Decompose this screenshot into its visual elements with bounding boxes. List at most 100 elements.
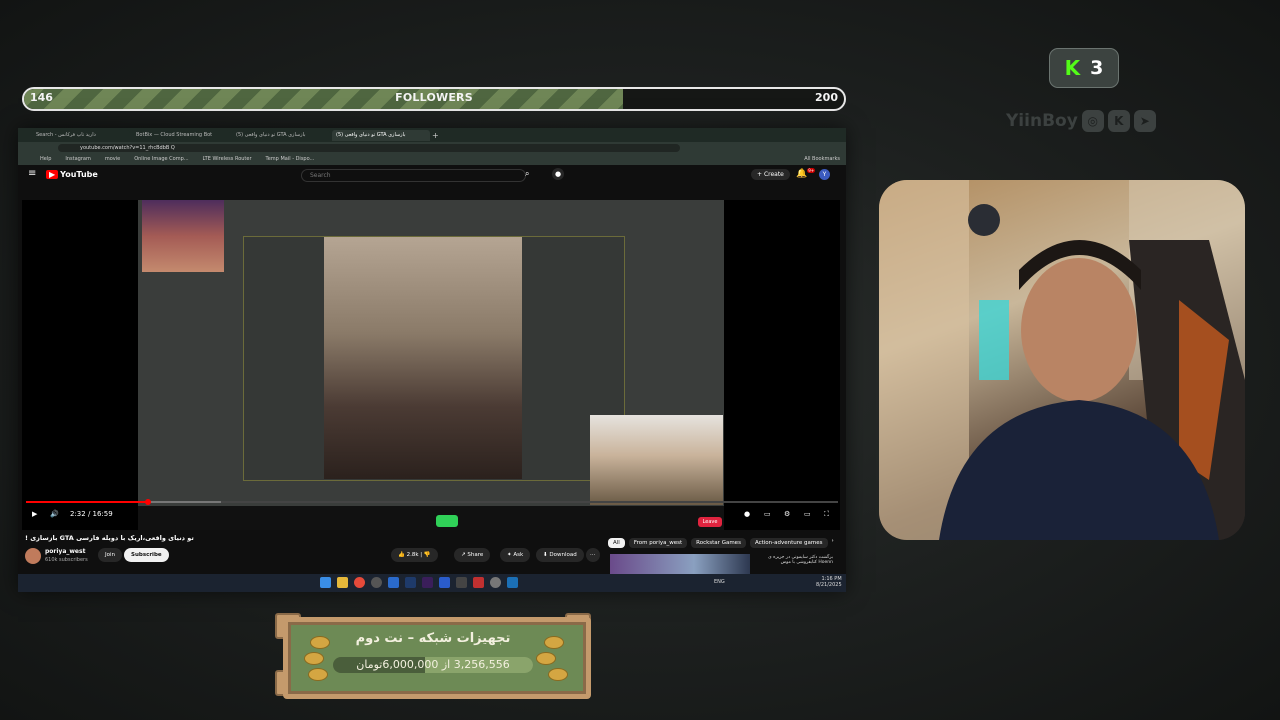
app-icon[interactable] — [490, 577, 501, 588]
video-webcam-small — [142, 200, 224, 272]
chip-all[interactable]: All — [608, 538, 625, 548]
create-button[interactable]: + Create — [751, 169, 790, 180]
avatar[interactable]: Y — [819, 169, 830, 180]
progress-scrubber[interactable] — [144, 499, 151, 505]
instagram-icon: ◎ — [1081, 110, 1104, 132]
goal-current: 3,256,556 — [453, 658, 510, 671]
app-icon[interactable] — [473, 577, 484, 588]
address-bar: youtube.com/watch?v=11_rhcBdbB Q — [18, 142, 846, 153]
mic-icon[interactable]: ● — [552, 168, 564, 180]
windows-start-icon[interactable] — [320, 577, 331, 588]
kick-count: 3 — [1090, 57, 1104, 79]
video-player[interactable]: Leave ▶ 🔊 2:32 / 16:59 ● ▭ ⚙ ▭ ⛶ — [22, 200, 840, 530]
subscriber-count: 610k subscribers — [45, 557, 88, 563]
chevron-right-icon[interactable]: › — [832, 538, 834, 548]
settings-icon[interactable]: ⚙ — [784, 510, 790, 518]
time-display: 2:32 / 16:59 — [70, 510, 113, 518]
fullscreen-icon[interactable]: ⛶ — [824, 510, 829, 519]
coin-icon — [308, 668, 328, 681]
bookmark-item[interactable]: Temp Mail - Dispo... — [266, 156, 315, 162]
coin-icon — [548, 668, 568, 681]
app-icon[interactable] — [388, 577, 399, 588]
subscribe-button[interactable]: Subscribe — [124, 548, 169, 562]
video-person — [324, 237, 522, 479]
download-button[interactable]: ⬇ Download — [536, 548, 584, 562]
video-progress-bar[interactable] — [26, 499, 838, 505]
video-main-camera — [243, 236, 625, 481]
social-handle: YiinBoy — [1006, 111, 1078, 131]
app-icon[interactable] — [456, 577, 467, 588]
bookmark-item[interactable]: Instagram — [65, 156, 90, 162]
coin-icon — [536, 652, 556, 665]
kick-icon: K — [1107, 110, 1130, 132]
premiere-icon[interactable] — [422, 577, 433, 588]
chrome-icon[interactable] — [354, 577, 365, 588]
social-handles: YiinBoy ◎ K ➤ — [1006, 110, 1156, 132]
app-icon[interactable] — [439, 577, 450, 588]
new-tab-icon[interactable]: + — [432, 131, 439, 140]
file-explorer-icon[interactable] — [337, 577, 348, 588]
menu-icon[interactable]: ≡ — [28, 168, 36, 179]
bookmark-item[interactable]: Online Image Comp... — [134, 156, 188, 162]
goal-title: تجهیزات شبکه – نت دوم — [355, 631, 511, 646]
recommended-video-thumbnail[interactable] — [610, 554, 750, 574]
play-icon[interactable]: ▶ — [32, 510, 37, 518]
chip-from-channel[interactable]: From poriya_west — [628, 538, 688, 548]
search-icon[interactable]: ⌕ — [525, 169, 529, 179]
join-button[interactable]: Join — [98, 548, 123, 562]
channel-avatar[interactable] — [25, 548, 41, 564]
share-button[interactable]: ↗ Share — [454, 548, 491, 562]
notification-bell-icon[interactable]: 🔔9+ — [796, 168, 816, 179]
chip-action-adventure[interactable]: Action-adventure games — [749, 538, 828, 548]
kick-icon: K — [1064, 56, 1081, 80]
volume-icon[interactable]: 🔊 — [50, 510, 59, 518]
followers-target: 200 — [815, 91, 838, 104]
goal-separator: از — [441, 658, 451, 671]
bookmark-item[interactable]: movie — [105, 156, 120, 162]
taskbar-apps — [320, 577, 518, 588]
url-field[interactable]: youtube.com/watch?v=11_rhcBdbB Q — [58, 143, 680, 152]
player-controls: ▶ 🔊 2:32 / 16:59 ● ▭ ⚙ ▭ ⛶ — [22, 508, 840, 524]
recommended-video-title[interactable]: برگشت دکتر سایمونی در جزیره ی Hoenn کتاب… — [753, 555, 833, 565]
goal-currency: تومان — [356, 658, 383, 671]
browser-tab[interactable]: BotBix — Cloud Streaming Bot — [132, 129, 230, 141]
ask-button[interactable]: ✦ Ask — [500, 548, 531, 562]
windows-taskbar: ENG 1:16 PM 8/21/2025 — [18, 574, 846, 592]
browser-window: Search - دارید تاپ فرکانس BotBix — Cloud… — [18, 128, 846, 592]
subtitles-icon[interactable]: ▭ — [764, 510, 771, 518]
coin-icon — [304, 652, 324, 665]
goal-target: 6,000,000 — [382, 658, 439, 671]
theater-icon[interactable]: ▭ — [804, 510, 811, 518]
browser-tab[interactable]: Search - دارید تاپ فرکانس — [32, 129, 130, 141]
youtube-logo[interactable]: ▶ YouTube — [46, 170, 98, 179]
kick-follower-badge: K 3 — [1049, 48, 1119, 88]
more-icon[interactable]: ⋯ — [586, 548, 600, 562]
video-title: تو دنیای واقعی،اریک با دوبله فارسی GTA ب… — [25, 534, 194, 542]
language-indicator[interactable]: ENG — [714, 579, 725, 585]
streamer-webcam — [879, 180, 1245, 540]
progress-played — [26, 501, 148, 503]
bookmark-item[interactable]: LTE Wireless Router — [203, 156, 252, 162]
steam-icon[interactable] — [507, 577, 518, 588]
goal-progress-bar: 3,256,556 از 6,000,000تومان — [333, 657, 533, 673]
chip-rockstar[interactable]: Rockstar Games — [691, 538, 746, 548]
telegram-icon: ➤ — [1133, 110, 1156, 132]
goal-amounts: 3,256,556 از 6,000,000تومان — [333, 658, 533, 671]
autoplay-icon[interactable]: ● — [744, 510, 750, 518]
bookmark-item[interactable]: All Bookmarks — [804, 156, 840, 162]
bookmarks-bar: Help Instagram movie Online Image Comp..… — [18, 153, 846, 165]
channel-name[interactable]: poriya_west — [45, 548, 85, 555]
photoshop-icon[interactable] — [405, 577, 416, 588]
recommendation-chips: All From poriya_west Rockstar Games Acti… — [608, 538, 834, 548]
taskbar-clock[interactable]: 1:16 PM 8/21/2025 — [816, 576, 842, 588]
browser-tab[interactable]: (5) تو دنیای واقعی GTA بازسازی — [232, 129, 330, 141]
youtube-header: ≡ ▶ YouTube Search ⌕ ● + Create 🔔9+ Y — [18, 165, 846, 185]
followers-label: FOLLOWERS — [395, 91, 473, 104]
search-input[interactable]: Search — [301, 169, 526, 182]
obs-icon[interactable] — [371, 577, 382, 588]
browser-tab-active[interactable]: (5) تو دنیای واقعی GTA بازسازی — [332, 129, 430, 141]
like-button[interactable]: 👍 2.8k | 👎 — [391, 548, 438, 562]
bookmark-item[interactable]: Help — [40, 156, 51, 162]
donation-goal-widget: تجهیزات شبکه – نت دوم 3,256,556 از 6,000… — [275, 613, 591, 699]
progress-buffered — [146, 501, 221, 503]
